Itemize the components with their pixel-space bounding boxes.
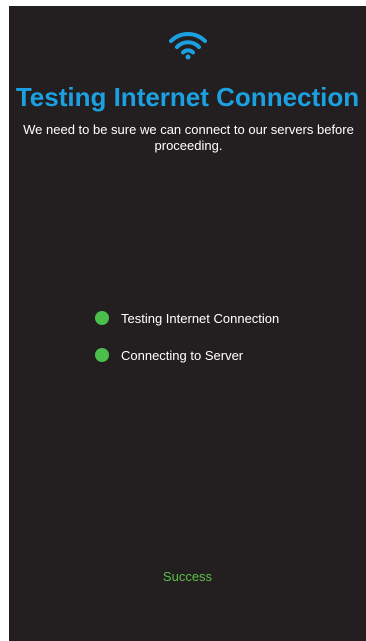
connection-test-screen: Testing Internet Connection We need to b… — [9, 6, 366, 641]
wifi-icon — [168, 31, 207, 60]
status-dot-icon — [95, 311, 109, 325]
check-item-internet: Testing Internet Connection — [95, 309, 279, 327]
check-label: Connecting to Server — [121, 347, 244, 363]
check-label: Testing Internet Connection — [121, 310, 280, 326]
check-item-server: Connecting to Server — [95, 346, 279, 364]
status-message: Success — [162, 569, 213, 584]
page-subtitle: We need to be sure we can connect to our… — [23, 122, 354, 153]
wifi-icon-container — [9, 30, 366, 62]
status-dot-icon — [95, 348, 109, 362]
connection-checklist: Testing Internet Connection Connecting t… — [95, 309, 279, 383]
page-title: Testing Internet Connection — [15, 82, 360, 112]
